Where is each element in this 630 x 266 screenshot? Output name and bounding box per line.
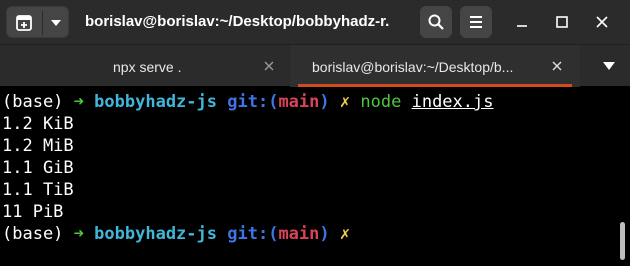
git-prefix: git:( bbox=[227, 92, 279, 112]
dirty-mark: ✗ bbox=[339, 92, 351, 112]
tab-list-dropdown-icon[interactable] bbox=[603, 62, 615, 70]
current-directory: bobbyhadz-js bbox=[94, 224, 217, 244]
button-separator bbox=[42, 11, 43, 35]
minimize-button[interactable] bbox=[508, 6, 536, 38]
output-line: 1.1 TiB bbox=[2, 180, 74, 200]
prompt-line: (base) ➜ bobbyhadz-js git:(main) ✗ node … bbox=[2, 91, 630, 113]
window-title: borislav@borislav:~/Desktop/bobbyhadz-r.… bbox=[85, 13, 390, 30]
tab-active-shell[interactable]: borislav@borislav:~/Desktop/b... bbox=[290, 45, 580, 87]
git-branch: main bbox=[278, 92, 320, 112]
tab-bar: npx serve . borislav@borislav:~/Desktop/… bbox=[0, 44, 630, 87]
git-suffix: ) bbox=[319, 92, 330, 112]
close-icon[interactable] bbox=[263, 60, 275, 72]
minimize-icon bbox=[517, 25, 527, 27]
close-icon bbox=[596, 16, 608, 28]
close-window-button[interactable] bbox=[588, 6, 616, 38]
git-branch: main bbox=[278, 224, 320, 244]
hamburger-menu-icon bbox=[470, 16, 482, 28]
command: node bbox=[360, 92, 402, 112]
prompt-arrow: ➜ bbox=[73, 224, 84, 244]
output-line: 1.2 MiB bbox=[2, 136, 74, 156]
command-argument: index.js bbox=[411, 92, 494, 112]
maximize-icon bbox=[556, 16, 568, 28]
conda-env: (base) bbox=[2, 224, 64, 244]
chevron-down-icon[interactable] bbox=[51, 20, 61, 26]
terminal-output[interactable]: (base) ➜ bobbyhadz-js git:(main) ✗ node … bbox=[0, 87, 630, 266]
maximize-button[interactable] bbox=[548, 6, 576, 38]
prompt-arrow: ➜ bbox=[73, 92, 84, 112]
git-prefix: git:( bbox=[227, 224, 279, 244]
search-button[interactable] bbox=[420, 6, 452, 38]
conda-env: (base) bbox=[2, 92, 64, 112]
dirty-mark: ✗ bbox=[339, 224, 351, 244]
tab-label: borislav@borislav:~/Desktop/b... bbox=[312, 59, 514, 75]
new-tab-split-button[interactable] bbox=[6, 6, 69, 38]
tab-npx-serve[interactable]: npx serve . bbox=[0, 45, 290, 87]
current-directory: bobbyhadz-js bbox=[94, 92, 217, 112]
new-tab-icon[interactable] bbox=[16, 15, 32, 31]
prompt-line: (base) ➜ bobbyhadz-js git:(main) ✗ bbox=[2, 223, 630, 245]
search-icon bbox=[428, 14, 444, 30]
close-icon[interactable] bbox=[551, 60, 563, 72]
tab-label: npx serve . bbox=[113, 59, 182, 75]
output-line: 1.2 KiB bbox=[2, 114, 74, 134]
git-suffix: ) bbox=[319, 224, 330, 244]
scrollbar-thumb[interactable] bbox=[620, 222, 625, 260]
menu-button[interactable] bbox=[460, 6, 492, 38]
output-line: 11 PiB bbox=[2, 202, 64, 222]
title-bar: borislav@borislav:~/Desktop/bobbyhadz-r.… bbox=[0, 0, 630, 44]
output-line: 1.1 GiB bbox=[2, 158, 74, 178]
